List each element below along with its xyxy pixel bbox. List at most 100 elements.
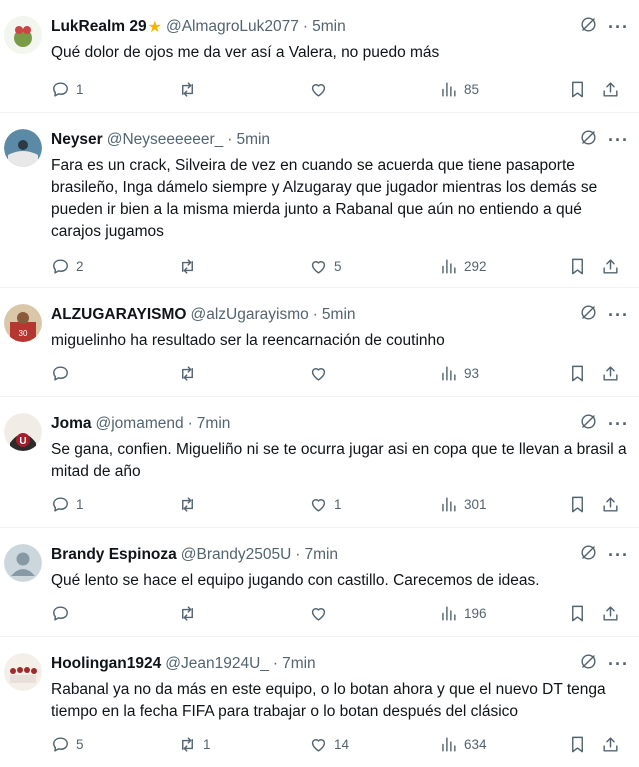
reply-button[interactable]: 2 xyxy=(51,257,84,276)
views-icon xyxy=(442,736,456,752)
like-button[interactable]: 14 xyxy=(309,735,349,754)
bookmark-icon xyxy=(572,605,583,621)
tweet[interactable]: Neyser @Neyseeeeeer_ · 5min ··· Fara es … xyxy=(0,113,639,288)
retweet-icon xyxy=(182,365,193,381)
bookmark-button[interactable] xyxy=(568,257,587,276)
tweet[interactable]: U Joma @jomamend · 7min ··· Se gana, con… xyxy=(0,397,639,528)
avatar[interactable] xyxy=(4,544,42,582)
display-name[interactable]: ALZUGARAYISMO xyxy=(51,306,187,324)
grok-icon[interactable] xyxy=(579,652,598,676)
more-icon[interactable]: ··· xyxy=(608,306,629,324)
retweet-button[interactable] xyxy=(178,80,203,99)
share-button[interactable] xyxy=(601,80,620,99)
reply-button[interactable]: 1 xyxy=(51,495,84,514)
like-button[interactable]: 5 xyxy=(309,257,342,276)
display-name[interactable]: Brandy Espinoza xyxy=(51,546,177,564)
display-name[interactable]: Hoolingan1924 xyxy=(51,655,161,673)
grok-icon[interactable] xyxy=(579,128,598,152)
avatar[interactable] xyxy=(4,653,42,691)
views-button[interactable]: 301 xyxy=(439,495,487,514)
bookmark-button[interactable] xyxy=(568,80,587,99)
retweet-button[interactable] xyxy=(178,604,203,623)
share-button[interactable] xyxy=(601,257,620,276)
tweet[interactable]: 30 ALZUGARAYISMO @alzUgarayismo · 5min ·… xyxy=(0,288,639,397)
more-icon[interactable]: ··· xyxy=(608,18,629,36)
avatar[interactable] xyxy=(4,129,42,167)
reply-button[interactable] xyxy=(51,364,76,383)
avatar[interactable] xyxy=(4,16,42,54)
grok-icon[interactable] xyxy=(579,15,598,39)
share-button[interactable] xyxy=(601,495,620,514)
share-button[interactable] xyxy=(601,604,620,623)
timestamp[interactable]: 5min xyxy=(236,131,270,149)
display-name[interactable]: Neyser xyxy=(51,131,103,149)
grok-icon[interactable] xyxy=(579,543,598,567)
reply-count: 5 xyxy=(76,736,84,752)
avatar[interactable]: U xyxy=(4,413,42,451)
views-count: 301 xyxy=(464,496,487,512)
retweet-icon xyxy=(182,258,193,274)
timestamp[interactable]: 5min xyxy=(312,18,346,36)
share-icon xyxy=(603,496,618,512)
avatar[interactable]: 30 xyxy=(4,304,42,342)
more-icon[interactable]: ··· xyxy=(608,131,629,149)
tweet[interactable]: LukRealm 29 ★ @AlmagroLuk2077 · 5min ···… xyxy=(0,0,639,113)
user-handle[interactable]: @jomamend xyxy=(96,415,184,433)
user-handle[interactable]: @Brandy2505U xyxy=(181,546,292,564)
like-button[interactable] xyxy=(309,604,334,623)
views-count: 292 xyxy=(464,258,487,274)
views-icon xyxy=(442,605,456,621)
reply-button[interactable]: 5 xyxy=(51,735,84,754)
bookmark-button[interactable] xyxy=(568,604,587,623)
tweet[interactable]: Brandy Espinoza @Brandy2505U · 7min ··· … xyxy=(0,528,639,637)
user-handle[interactable]: @Neyseeeeeer_ xyxy=(107,131,224,149)
reply-count: 2 xyxy=(76,258,84,274)
views-icon xyxy=(442,258,456,274)
display-name[interactable]: Joma xyxy=(51,415,92,433)
views-button[interactable]: 93 xyxy=(439,364,479,383)
bookmark-button[interactable] xyxy=(568,735,587,754)
reply-icon xyxy=(53,81,68,97)
user-handle[interactable]: @Jean1924U_ xyxy=(165,655,269,673)
reply-count: 1 xyxy=(76,496,84,512)
bookmark-button[interactable] xyxy=(568,364,587,383)
grok-icon[interactable] xyxy=(579,303,598,327)
share-button[interactable] xyxy=(601,735,620,754)
like-button[interactable] xyxy=(309,364,334,383)
reply-button[interactable] xyxy=(51,604,76,623)
display-name[interactable]: LukRealm 29 xyxy=(51,18,147,36)
retweet-button[interactable] xyxy=(178,364,203,383)
views-button[interactable]: 85 xyxy=(439,80,479,99)
bookmark-button[interactable] xyxy=(568,495,587,514)
reply-button[interactable]: 1 xyxy=(51,80,84,99)
user-handle[interactable]: @alzUgarayismo xyxy=(191,306,309,324)
views-button[interactable]: 292 xyxy=(439,257,487,276)
views-button[interactable]: 634 xyxy=(439,735,487,754)
share-icon xyxy=(603,258,618,274)
views-button[interactable]: 196 xyxy=(439,604,487,623)
tweet-text: miguelinho ha resultado ser la reencarna… xyxy=(51,332,445,349)
retweet-button[interactable] xyxy=(178,257,203,276)
like-button[interactable] xyxy=(309,80,334,99)
tweet[interactable]: Hoolingan1924 @Jean1924U_ · 7min ··· Rab… xyxy=(0,637,639,767)
more-icon[interactable]: ··· xyxy=(608,546,629,564)
views-icon xyxy=(442,496,456,512)
reply-icon xyxy=(53,496,68,512)
grok-icon[interactable] xyxy=(579,412,598,436)
retweet-button[interactable]: 1 xyxy=(178,735,211,754)
timestamp[interactable]: 5min xyxy=(322,306,356,324)
separator-dot: · xyxy=(295,546,301,563)
like-button[interactable]: 1 xyxy=(309,495,342,514)
like-icon xyxy=(311,367,326,381)
user-handle[interactable]: @AlmagroLuk2077 xyxy=(166,18,299,36)
timestamp[interactable]: 7min xyxy=(282,655,316,673)
like-count: 5 xyxy=(334,258,342,274)
like-count: 14 xyxy=(334,736,350,752)
timestamp[interactable]: 7min xyxy=(304,546,338,564)
share-icon xyxy=(603,365,618,381)
share-button[interactable] xyxy=(601,364,620,383)
more-icon[interactable]: ··· xyxy=(608,415,629,433)
more-icon[interactable]: ··· xyxy=(608,655,629,673)
retweet-button[interactable] xyxy=(178,495,203,514)
timestamp[interactable]: 7min xyxy=(197,415,231,433)
